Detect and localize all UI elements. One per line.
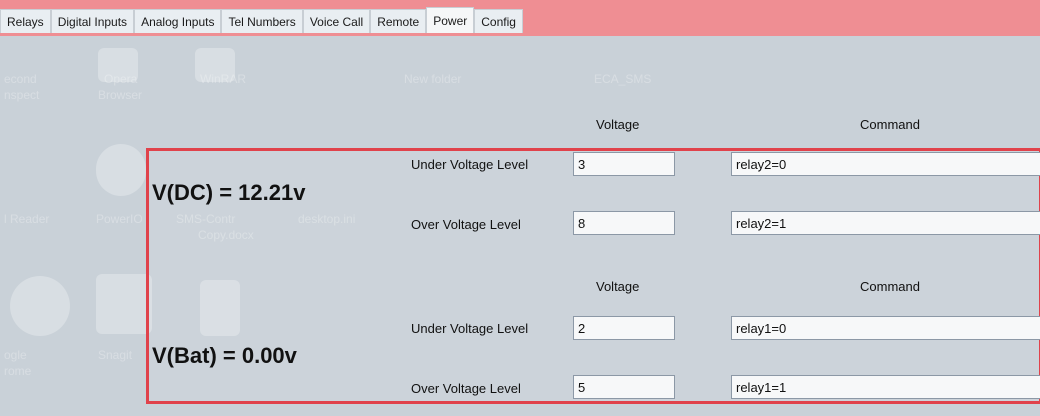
bat-under-voltage-input[interactable] (573, 316, 675, 340)
desktop-label: Opera (104, 72, 138, 86)
dc-under-command-input[interactable] (731, 152, 1040, 176)
tab-analog-inputs[interactable]: Analog Inputs (134, 9, 222, 33)
bat-under-command-input[interactable] (731, 316, 1040, 340)
tab-config[interactable]: Config (474, 9, 523, 33)
bat-voltage-readout: V(Bat) = 0.00v (152, 343, 297, 368)
desktop-label: ogle (4, 348, 27, 362)
dc-over-voltage-label: Over Voltage Level (411, 217, 521, 232)
dc-over-voltage-input[interactable] (573, 211, 675, 235)
desktop-label: PowerIO (96, 212, 143, 226)
tab-voice-call[interactable]: Voice Call (302, 9, 371, 33)
dc-over-command-input[interactable] (731, 211, 1040, 235)
desktop-label: nspect (4, 88, 40, 102)
tab-power[interactable]: Power (426, 7, 475, 33)
desktop-label: econd (4, 72, 37, 86)
desktop-label: rome (4, 364, 32, 378)
desktop-snagit-icon (96, 274, 152, 334)
tab-strip: Relays Digital Inputs Analog Inputs Tel … (0, 7, 523, 35)
tab-remote[interactable]: Remote (370, 9, 427, 33)
tab-digital-inputs[interactable]: Digital Inputs (50, 9, 135, 33)
bat-over-voltage-label: Over Voltage Level (411, 381, 521, 396)
tab-relays[interactable]: Relays (0, 9, 51, 33)
desktop-powerio-icon (96, 144, 146, 196)
dc-voltage-readout: V(DC) = 12.21v (152, 180, 306, 205)
dc-under-voltage-input[interactable] (573, 152, 675, 176)
dc-voltage-header: Voltage (596, 117, 640, 132)
desktop-label: Snagit (98, 348, 133, 362)
dc-under-voltage-label: Under Voltage Level (411, 157, 529, 172)
desktop-label: Browser (98, 88, 143, 102)
bat-over-command-input[interactable] (731, 375, 1040, 399)
desktop-label: ECA_SMS (594, 72, 652, 86)
bat-under-voltage-label: Under Voltage Level (411, 321, 529, 336)
bat-over-voltage-input[interactable] (573, 375, 675, 399)
tab-tel-numbers[interactable]: Tel Numbers (221, 9, 303, 33)
bat-voltage-header: Voltage (596, 279, 640, 294)
desktop-label: New folder (404, 72, 462, 86)
desktop-label: l Reader (4, 212, 50, 226)
desktop-label: WinRAR (200, 72, 247, 86)
dc-command-header: Command (860, 117, 920, 132)
bat-command-header: Command (860, 279, 920, 294)
desktop-chrome-icon (10, 276, 70, 336)
